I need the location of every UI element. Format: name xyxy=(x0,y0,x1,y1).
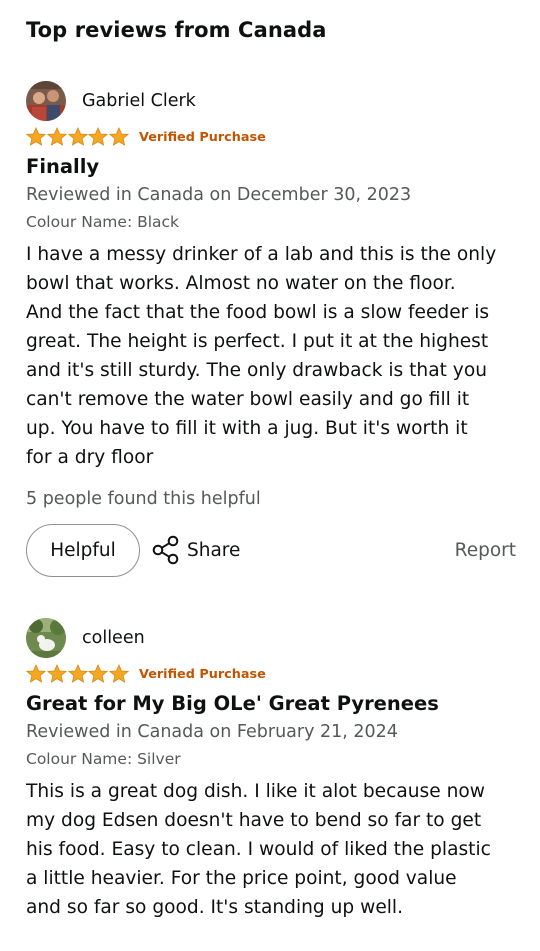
verified-purchase-badge: Verified Purchase xyxy=(138,129,266,145)
review-title: Finally xyxy=(26,155,100,178)
section-heading: Top reviews from Canada xyxy=(26,18,327,42)
rating-row: Verified Purchase xyxy=(26,126,516,148)
avatar[interactable] xyxy=(26,81,66,121)
review-title: Great for My Big OLe' Great Pyrenees xyxy=(26,692,439,715)
avatar-photo-icon xyxy=(26,618,66,658)
star-icon xyxy=(26,127,46,146)
reviewer-profile[interactable]: colleen xyxy=(26,617,516,659)
star-icon xyxy=(26,664,46,683)
helpful-button[interactable]: Helpful xyxy=(26,523,140,577)
reviewer-name[interactable]: Gabriel Clerk xyxy=(82,91,196,111)
review-actions: Helpful Share Report xyxy=(26,522,516,578)
reviewer-profile[interactable]: Gabriel Clerk xyxy=(26,80,516,122)
review-date: Reviewed in Canada on December 30, 2023 xyxy=(26,185,412,205)
avatar[interactable] xyxy=(26,618,66,658)
star-icon xyxy=(67,127,88,146)
review-variant: Colour Name: Black xyxy=(26,213,180,231)
helpful-count: 5 people found this helpful xyxy=(26,489,261,509)
review-body: This is a great dog dish. I like it alot… xyxy=(26,781,491,918)
report-link[interactable]: Report xyxy=(455,540,516,561)
star-icon xyxy=(67,664,88,683)
star-icon xyxy=(46,664,67,683)
star-icon xyxy=(109,127,130,146)
avatar-photo-icon xyxy=(26,81,66,121)
reviews-page: Top reviews from Canada Gabriel Clerk Ve… xyxy=(0,0,540,951)
review-date: Reviewed in Canada on February 21, 2024 xyxy=(26,722,398,742)
review-card: colleen Verified Purchase Great for My B… xyxy=(26,617,516,922)
review-body: I have a messy drinker of a lab and this… xyxy=(26,244,497,468)
star-icon xyxy=(88,664,109,683)
share-label: Share xyxy=(187,539,241,561)
star-rating[interactable] xyxy=(26,664,130,684)
star-icon xyxy=(109,664,130,683)
share-icon xyxy=(152,535,179,565)
review-card: Gabriel Clerk Verified Purchase Finally … xyxy=(26,80,516,578)
star-icon xyxy=(46,127,67,146)
reviewer-name[interactable]: colleen xyxy=(82,628,145,648)
rating-row: Verified Purchase xyxy=(26,663,516,685)
star-icon xyxy=(88,127,109,146)
star-rating[interactable] xyxy=(26,127,130,147)
review-variant: Colour Name: Silver xyxy=(26,750,181,768)
verified-purchase-badge: Verified Purchase xyxy=(138,666,266,682)
share-button[interactable]: Share xyxy=(152,535,240,565)
